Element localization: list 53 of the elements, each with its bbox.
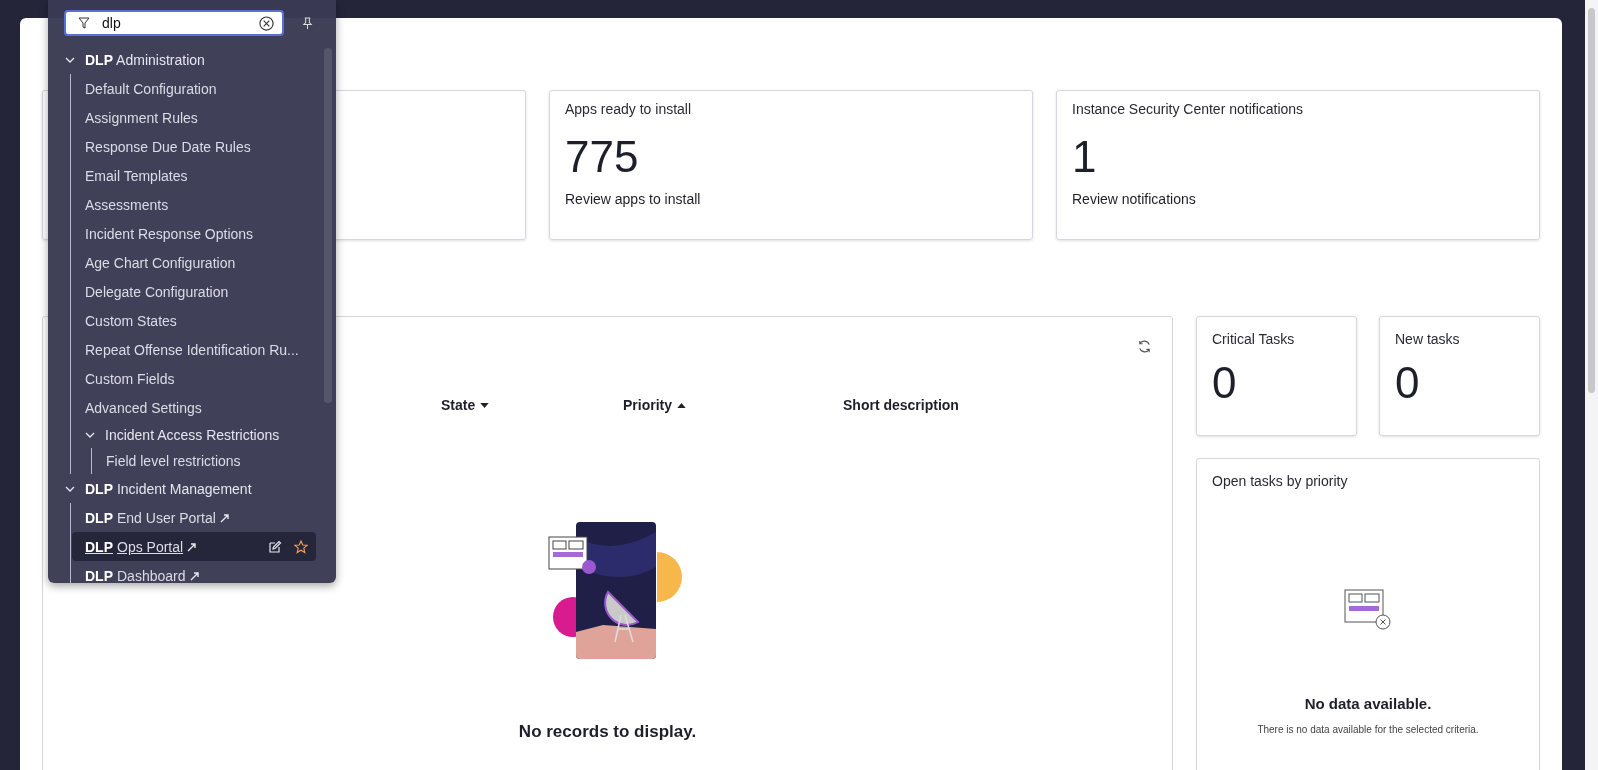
column-header[interactable]: Priority xyxy=(623,397,686,413)
filter-icon xyxy=(78,17,90,29)
menu-group[interactable]: DLP Incident Management xyxy=(64,474,336,503)
empty-title: No data available. xyxy=(1304,695,1432,712)
empty-message: No records to display. xyxy=(518,722,697,742)
pin-icon[interactable] xyxy=(302,16,313,30)
menu-item[interactable]: DLP End User Portal xyxy=(72,503,316,532)
menu-item[interactable]: Assessments xyxy=(72,190,316,219)
column-header[interactable]: State xyxy=(441,397,490,413)
stat-card[interactable]: New tasks 0 xyxy=(1379,316,1540,436)
menu-item[interactable]: Incident Response Options xyxy=(72,219,316,248)
menu-group-label: DLP Incident Management xyxy=(85,480,252,497)
menu-item[interactable]: Custom States xyxy=(72,306,316,335)
metric-card[interactable]: Apps ready to install 775 Review apps to install xyxy=(549,90,1033,240)
menu-item[interactable]: Advanced Settings xyxy=(72,393,316,422)
menu-item[interactable]: Repeat Offense Identification Ru... xyxy=(72,335,316,364)
star-icon[interactable] xyxy=(294,539,308,554)
menu-item[interactable]: Delegate Configuration xyxy=(72,277,316,306)
card-title: Apps ready to install xyxy=(565,101,693,117)
stat-card[interactable]: Critical Tasks 0 xyxy=(1196,316,1357,436)
menu-item[interactable]: Default Configuration xyxy=(72,74,316,103)
metric-card[interactable]: Instance Security Center notifications 1 Review notifications xyxy=(1056,90,1540,240)
refresh-icon[interactable] xyxy=(1137,339,1152,354)
clear-icon[interactable] xyxy=(259,15,274,31)
menu-group-label: Incident Access Restrictions xyxy=(105,427,280,443)
menu-item[interactable]: Custom Fields xyxy=(72,364,316,393)
stat-title: New tasks xyxy=(1395,331,1461,347)
stat-value: 0 xyxy=(1395,361,1421,405)
menu-group[interactable]: DLP Administration xyxy=(64,45,336,74)
menu-group[interactable]: Incident Access Restrictions xyxy=(84,422,336,448)
menu-item[interactable]: DLP Ops Portal xyxy=(72,532,316,561)
menu-item[interactable]: Assignment Rules xyxy=(72,103,316,132)
menu-item[interactable]: Age Chart Configuration xyxy=(72,248,316,277)
stat-title: Critical Tasks xyxy=(1212,331,1296,347)
card-link[interactable]: Review apps to install xyxy=(565,191,1017,207)
empty-text: There is no data available for the selected criteria. xyxy=(1257,724,1479,735)
filter-input[interactable]: dlp xyxy=(102,14,247,32)
menu-item[interactable]: Response Due Date Rules xyxy=(72,132,316,161)
stat-value: 0 xyxy=(1212,361,1238,405)
menu-item[interactable]: Field level restrictions xyxy=(93,448,316,474)
card-value: 775 xyxy=(565,135,640,179)
filter-field[interactable]: dlp xyxy=(64,10,284,36)
menu-item[interactable]: Email Templates xyxy=(72,161,316,190)
menu-item[interactable]: DLP Dashboard xyxy=(72,561,316,583)
chart-title: Open tasks by priority xyxy=(1212,473,1349,489)
menu-group-label: DLP Administration xyxy=(85,51,205,68)
card-link[interactable]: Review notifications xyxy=(1072,191,1524,207)
column-header[interactable]: Short description xyxy=(843,397,959,413)
empty-table-icon xyxy=(1344,589,1392,631)
card-title: Instance Security Center notifications xyxy=(1072,101,1305,117)
edit-icon[interactable] xyxy=(268,539,282,554)
card-value: 1 xyxy=(1072,135,1098,179)
scrollbar-thumb[interactable] xyxy=(1588,8,1595,393)
